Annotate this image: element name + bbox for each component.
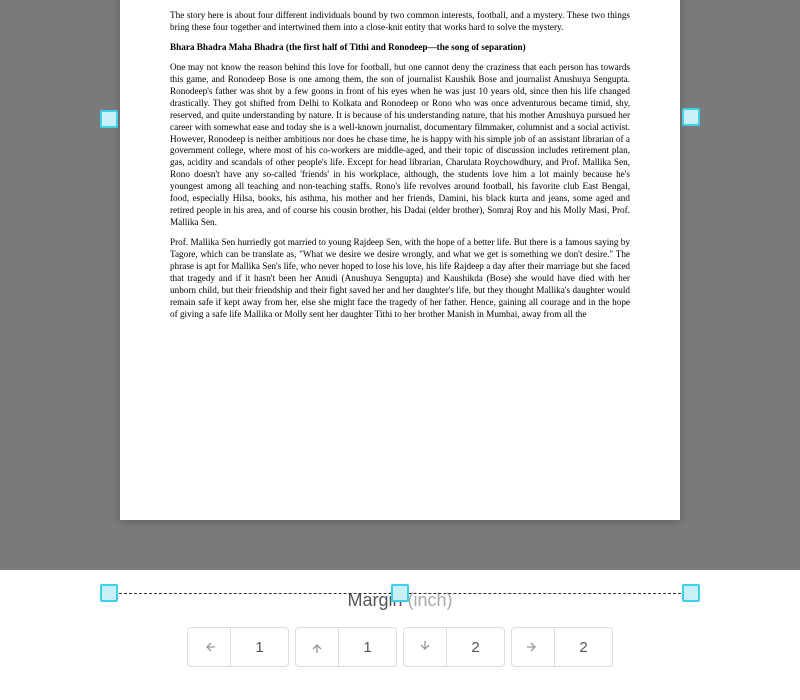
resize-handle-left[interactable]	[100, 110, 118, 128]
margin-right-input[interactable]	[555, 627, 613, 667]
resize-handle-right[interactable]	[682, 108, 700, 126]
margin-left-group	[187, 627, 289, 667]
doc-paragraph: The story here is about four different i…	[170, 10, 630, 34]
arrow-left-icon	[201, 639, 217, 655]
margin-left-button[interactable]	[187, 627, 231, 667]
arrow-right-icon	[525, 639, 541, 655]
margin-right-group	[511, 627, 613, 667]
canvas-editor-area: thus, giving hope to the refugee mass of…	[0, 0, 800, 570]
document-content: thus, giving hope to the refugee mass of…	[170, 0, 630, 321]
resize-handle-bottom-right[interactable]	[682, 584, 700, 602]
doc-paragraph: thus, giving hope to the refugee mass of…	[170, 0, 630, 2]
resize-handle-bottom-left[interactable]	[100, 584, 118, 602]
document-wrapper: thus, giving hope to the refugee mass of…	[120, 0, 680, 570]
doc-heading: Bhara Bhadra Maha Bhadra (the first half…	[170, 42, 630, 54]
arrow-down-icon	[417, 639, 433, 655]
resize-handle-bottom-mid[interactable]	[391, 584, 409, 602]
doc-paragraph: One may not know the reason behind this …	[170, 62, 630, 229]
margin-top-group	[295, 627, 397, 667]
margin-right-button[interactable]	[511, 627, 555, 667]
margin-left-input[interactable]	[231, 627, 289, 667]
margin-bottom-input[interactable]	[447, 627, 505, 667]
margin-bottom-button[interactable]	[403, 627, 447, 667]
margin-bottom-group	[403, 627, 505, 667]
document-page: thus, giving hope to the refugee mass of…	[120, 0, 680, 520]
margin-top-button[interactable]	[295, 627, 339, 667]
controls-unit: (inch)	[408, 590, 453, 610]
margin-controls	[187, 627, 613, 667]
doc-paragraph: Prof. Mallika Sen hurriedly got married …	[170, 237, 630, 321]
arrow-up-icon	[309, 639, 325, 655]
margin-top-input[interactable]	[339, 627, 397, 667]
